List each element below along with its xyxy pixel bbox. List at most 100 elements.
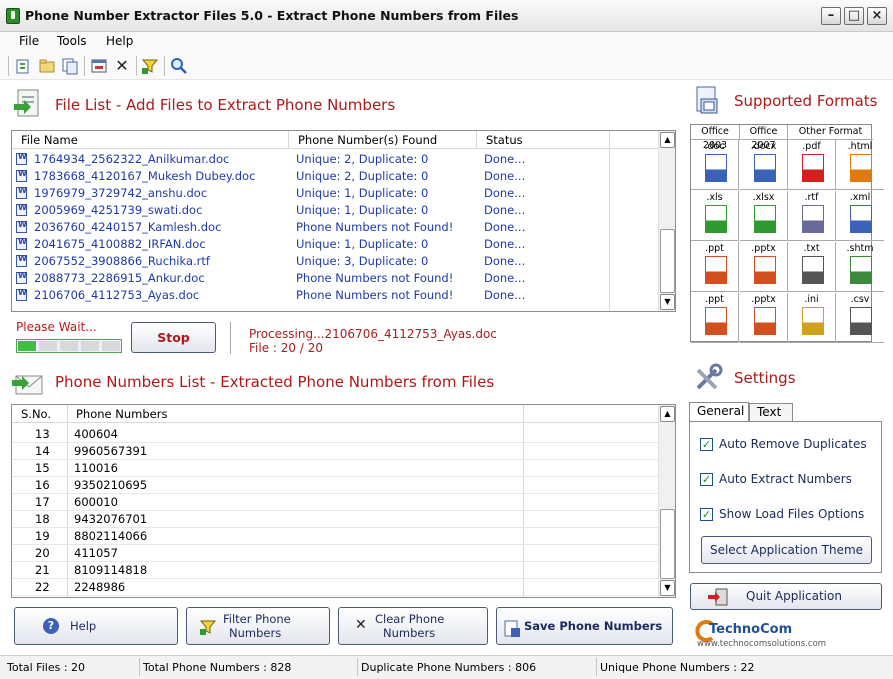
select-application-theme-button[interactable]: Select Application Theme (701, 536, 872, 564)
filter-icon (199, 618, 217, 640)
menu-tools[interactable]: Tools (57, 34, 87, 48)
col-serial[interactable]: S.No. (21, 407, 51, 421)
format-extension: .xls (706, 192, 723, 203)
phone-numbers-table[interactable]: S.No. Phone Numbers 13 400604 14 9960567391… (11, 404, 676, 598)
file-row[interactable]: 1976979_3729742_anshu.doc Unique: 1, Dupl… (12, 185, 659, 202)
add-folder-icon[interactable] (38, 57, 56, 75)
scroll-thumb[interactable] (660, 229, 675, 293)
file-list-table[interactable]: File Name Phone Number(s) Found Status 1… (11, 130, 676, 312)
phone-found-cell: Unique: 2, Duplicate: 0 (296, 152, 429, 166)
file-row[interactable]: 2067552_3908866_Ruchika.rtf Unique: 3, Du… (12, 253, 659, 270)
file-row[interactable]: 1764934_2562322_Anilkumar.doc Unique: 2, … (12, 151, 659, 168)
serial-number-cell: 14 (35, 444, 50, 458)
phone-list-heading: Phone Numbers List - Extracted Phone Num… (55, 373, 495, 391)
status-cell: Done... (484, 220, 526, 234)
col-phone-found[interactable]: Phone Number(s) Found (298, 133, 437, 147)
exit-door-icon (707, 588, 729, 615)
supported-formats-heading: Supported Formats (734, 92, 878, 110)
phone-number-cell: 411057 (74, 546, 118, 560)
maximize-button[interactable]: □ (844, 7, 864, 25)
clear-list-icon[interactable]: ✕ (113, 57, 131, 75)
phone-table-header: S.No. Phone Numbers (12, 405, 659, 423)
col-phone-numbers[interactable]: Phone Numbers (76, 407, 167, 421)
phone-row[interactable]: 18 9432076701 (12, 511, 659, 528)
clear-label-line2: Numbers (383, 626, 436, 640)
supported-formats-icon (692, 85, 724, 115)
file-type-icon (802, 307, 824, 335)
phone-row[interactable]: 20 411057 (12, 545, 659, 562)
stop-button[interactable]: Stop (131, 322, 216, 353)
phone-row[interactable]: 14 9960567391 (12, 443, 659, 460)
scroll-up-arrow-icon[interactable]: ▲ (660, 132, 675, 148)
phone-number-cell: 9350210695 (74, 478, 148, 492)
status-cell: Done... (484, 152, 526, 166)
phone-row[interactable]: 16 9350210695 (12, 477, 659, 494)
document-icon (16, 220, 27, 233)
format-extension: .doc (704, 141, 725, 152)
phone-list-scrollbar[interactable]: ▲ ▼ (658, 405, 675, 597)
filter-phone-numbers-button[interactable]: Filter Phone Numbers (186, 607, 330, 645)
toolbar-separator (84, 56, 85, 76)
quit-application-button[interactable]: Quit Application (690, 583, 882, 610)
auto-remove-duplicates-checkbox[interactable]: ✓ (700, 438, 713, 451)
format-extension: .ppt (705, 294, 724, 305)
tab-general[interactable]: General (689, 402, 749, 422)
file-name-cell: 2041675_4100882_IRFAN.doc (34, 237, 206, 251)
serial-number-cell: 16 (35, 478, 50, 492)
brand-url[interactable]: www.technocomsolutions.com (697, 639, 826, 649)
add-files-icon[interactable] (61, 57, 79, 75)
col-file-name[interactable]: File Name (21, 133, 78, 147)
phone-number-cell: 400604 (74, 427, 118, 441)
phone-row[interactable]: 13 400604 (12, 426, 659, 443)
file-row[interactable]: 2036760_4240157_Kamlesh.doc Phone Numbers… (12, 219, 659, 236)
search-icon[interactable] (170, 57, 188, 75)
serial-number-cell: 18 (35, 512, 50, 526)
phone-row[interactable]: 19 8802114066 (12, 528, 659, 545)
scroll-up-arrow-icon[interactable]: ▲ (660, 406, 675, 422)
phone-row[interactable]: 15 110016 (12, 460, 659, 477)
supported-formats-grid: Office 2003 Office 2007 Other Format .do… (690, 124, 884, 343)
clear-phone-numbers-button[interactable]: ✕ Clear Phone Numbers (338, 607, 488, 645)
total-files-status: Total Files : 20 (7, 661, 86, 674)
serial-number-cell: 20 (35, 546, 50, 560)
status-cell: Done... (484, 203, 526, 217)
show-load-files-options-checkbox[interactable]: ✓ (700, 508, 713, 521)
phone-row[interactable]: 21 8109114818 (12, 562, 659, 579)
progress-block (39, 341, 57, 351)
tab-text[interactable]: Text (749, 403, 793, 422)
remove-file-icon[interactable] (90, 57, 108, 75)
save-phone-numbers-button[interactable]: Save Phone Numbers (496, 607, 673, 645)
file-row[interactable]: 1783668_4120167_Mukesh Dubey.doc Unique: … (12, 168, 659, 185)
phone-row[interactable]: 22 2248986 (12, 579, 659, 596)
minimize-button[interactable]: – (821, 7, 841, 25)
phone-row[interactable]: 17 600010 (12, 494, 659, 511)
file-row[interactable]: 2041675_4100882_IRFAN.doc Unique: 1, Dupl… (12, 236, 659, 253)
progress-bar (16, 339, 122, 353)
help-button[interactable]: ? Help (14, 607, 178, 645)
menu-help[interactable]: Help (106, 34, 133, 48)
file-type-icon (802, 256, 824, 284)
title-bar: Phone Number Extractor Files 5.0 - Extra… (0, 0, 893, 32)
file-list-heading: File List - Add Files to Extract Phone N… (55, 96, 396, 114)
file-type-icon (705, 154, 727, 182)
filter-icon[interactable] (141, 57, 159, 75)
scroll-down-arrow-icon[interactable]: ▼ (660, 580, 675, 596)
window-title: Phone Number Extractor Files 5.0 - Extra… (25, 8, 519, 23)
scroll-down-arrow-icon[interactable]: ▼ (660, 294, 675, 310)
file-name-cell: 2106706_4112753_Ayas.doc (34, 288, 200, 302)
add-file-icon[interactable] (14, 57, 32, 75)
file-list-scrollbar[interactable]: ▲ ▼ (658, 131, 675, 311)
menu-file[interactable]: File (19, 34, 39, 48)
auto-extract-numbers-checkbox[interactable]: ✓ (700, 473, 713, 486)
brand-name: TechnoCom (709, 622, 793, 637)
format-header: Office 2003 (691, 125, 740, 151)
format-extension: .pdf (802, 141, 821, 152)
file-row[interactable]: 2106706_4112753_Ayas.doc Phone Numbers no… (12, 287, 659, 304)
close-button[interactable]: × (867, 7, 887, 25)
file-row[interactable]: 2005969_4251739_swati.doc Unique: 1, Dupl… (12, 202, 659, 219)
scroll-thumb[interactable] (660, 509, 675, 579)
format-extension: .xml (849, 192, 871, 203)
col-status[interactable]: Status (486, 133, 523, 147)
progress-block (102, 341, 120, 351)
file-row[interactable]: 2088773_2286915_Ankur.doc Phone Numbers n… (12, 270, 659, 287)
